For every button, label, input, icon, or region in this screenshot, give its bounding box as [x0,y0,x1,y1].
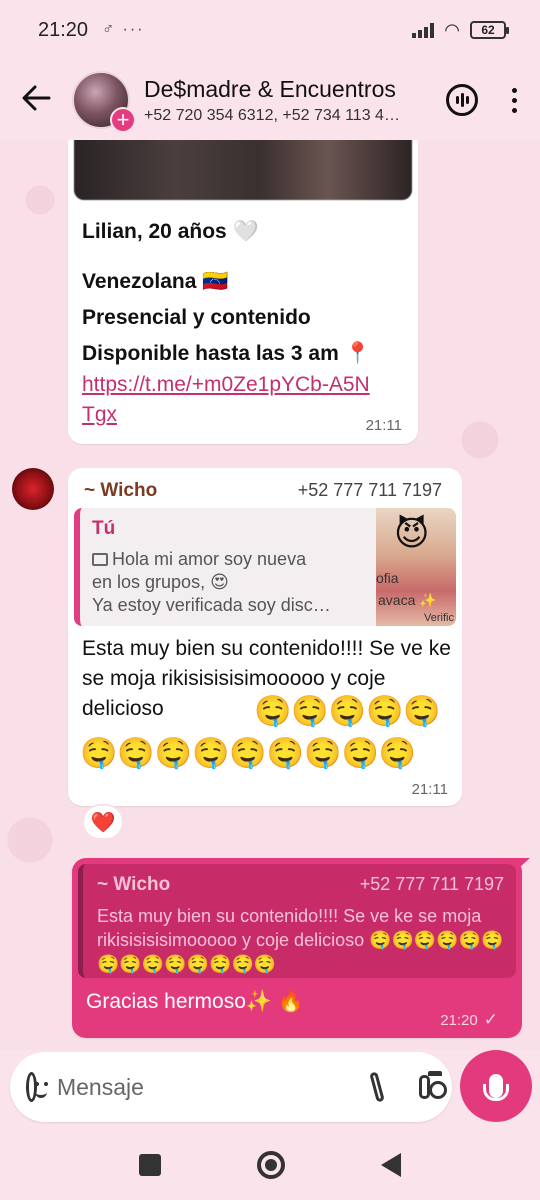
chat-header: + De$madre & Encuentros +52 720 354 6312… [0,60,540,140]
back-arrow-icon [21,81,51,120]
message-line: Presencial y contenido [82,306,311,329]
quote-line: Ya estoy verificada soy disc… [92,595,331,615]
message-time: 21:11 [411,781,448,798]
emoji-row: 🤤🤤🤤🤤🤤 [254,695,441,728]
camera-icon[interactable] [418,1071,448,1099]
battery-level: 62 [481,23,495,37]
quote-thumbnail: 😈 ofia avaca ✨ Verific [376,508,456,626]
message-line: Disponible hasta las 3 am 📍 [82,342,371,365]
chat-area[interactable]: Lilian, 20 años 🤍 Venezolana 🇻🇪 Presenci… [0,140,540,1050]
quote-text: Esta muy bien su contenido!!!! Se ve ke … [97,906,504,974]
quote-line: en los grupos, 😍 [92,572,229,592]
thumbnail-text: ofia [376,570,399,586]
sender-name[interactable]: ~ Wicho [84,480,157,502]
message-composer [10,1052,452,1122]
group-avatar-button[interactable]: + [72,71,136,133]
emoji-row: 🤤🤤🤤🤤🤤🤤🤤🤤🤤 [80,737,417,770]
quote-author: ~ Wicho [97,874,171,895]
message-image[interactable] [74,140,412,200]
incoming-message-1[interactable]: Lilian, 20 años 🤍 Venezolana 🇻🇪 Presenci… [68,140,418,444]
devil-emoji: 😈 [394,515,430,553]
incoming-message-2[interactable]: ~ Wicho +52 777 711 7197 Tú Hola mi amor… [68,468,462,806]
more-vert-icon [511,87,517,113]
group-name: De$madre & Encuentros [144,75,396,102]
message-meta: 21:20 ✓ [440,1010,498,1030]
quote-phone: +52 777 711 7197 [359,874,504,894]
status-time: 21:20 [38,18,89,41]
heart-reaction[interactable]: ❤️ [82,804,124,840]
sender-phone: +52 777 711 7197 [297,480,442,500]
message-line: Venezolana 🇻🇪 [82,270,229,293]
thumbnail-text: avaca ✨ [378,592,437,608]
message-time: 21:20 [440,1012,478,1029]
quoted-message[interactable]: Tú Hola mi amor soy nueva en los grupos,… [74,508,456,626]
group-members: +52 720 354 6312, +52 734 113 4455 [144,106,404,124]
home-icon[interactable] [257,1151,285,1179]
message-input[interactable] [56,1073,353,1101]
audio-chat-button[interactable] [436,60,488,140]
attach-icon[interactable] [369,1071,385,1103]
system-nav-bar [0,1130,540,1200]
sender-avatar[interactable] [12,468,54,510]
outgoing-message[interactable]: ~ Wicho +52 777 711 7197 Esta muy bien s… [72,858,522,1038]
back-button[interactable] [0,60,72,140]
avatar-plus-badge: + [110,107,136,133]
photo-icon [92,553,108,566]
message-text: Gracias hermoso✨ 🔥 [86,990,305,1013]
message-time: 21:11 [365,417,402,434]
sticker-icon[interactable] [26,1072,47,1102]
battery-icon: 62 [470,21,509,39]
quoted-message[interactable]: ~ Wicho +52 777 711 7197 Esta muy bien s… [78,864,516,978]
quote-text: Hola mi amor soy nueva en los grupos, 😍 … [92,548,372,617]
check-icon: ✓ [483,1010,498,1029]
audio-chat-icon [446,84,478,116]
more-options-button[interactable] [488,60,540,140]
thumbnail-text: Verific [424,612,454,624]
recents-icon[interactable] [139,1154,161,1176]
quote-author: Tú [92,518,116,539]
message-link[interactable]: https://t.me/+m0Ze1pYCb-A5NTgx [82,370,372,430]
signal-icon [412,22,435,38]
status-left-icons: ♂ ··· [102,21,145,38]
mic-icon [483,1074,509,1101]
status-right-icons: ◠ 62 [412,19,509,41]
message-line: Lilian, 20 años 🤍 [82,220,259,243]
nav-back-icon[interactable] [381,1153,401,1177]
quote-line: Hola mi amor soy nueva [112,549,307,569]
mic-button[interactable] [460,1050,532,1122]
wifi-icon: ◠ [444,19,460,40]
status-bar: 21:20 ♂ ··· ◠ 62 [0,0,540,60]
group-info[interactable]: De$madre & Encuentros +52 720 354 6312, … [144,76,436,125]
message-text: Lilian, 20 años 🤍 Venezolana 🇻🇪 Presenci… [82,214,402,372]
